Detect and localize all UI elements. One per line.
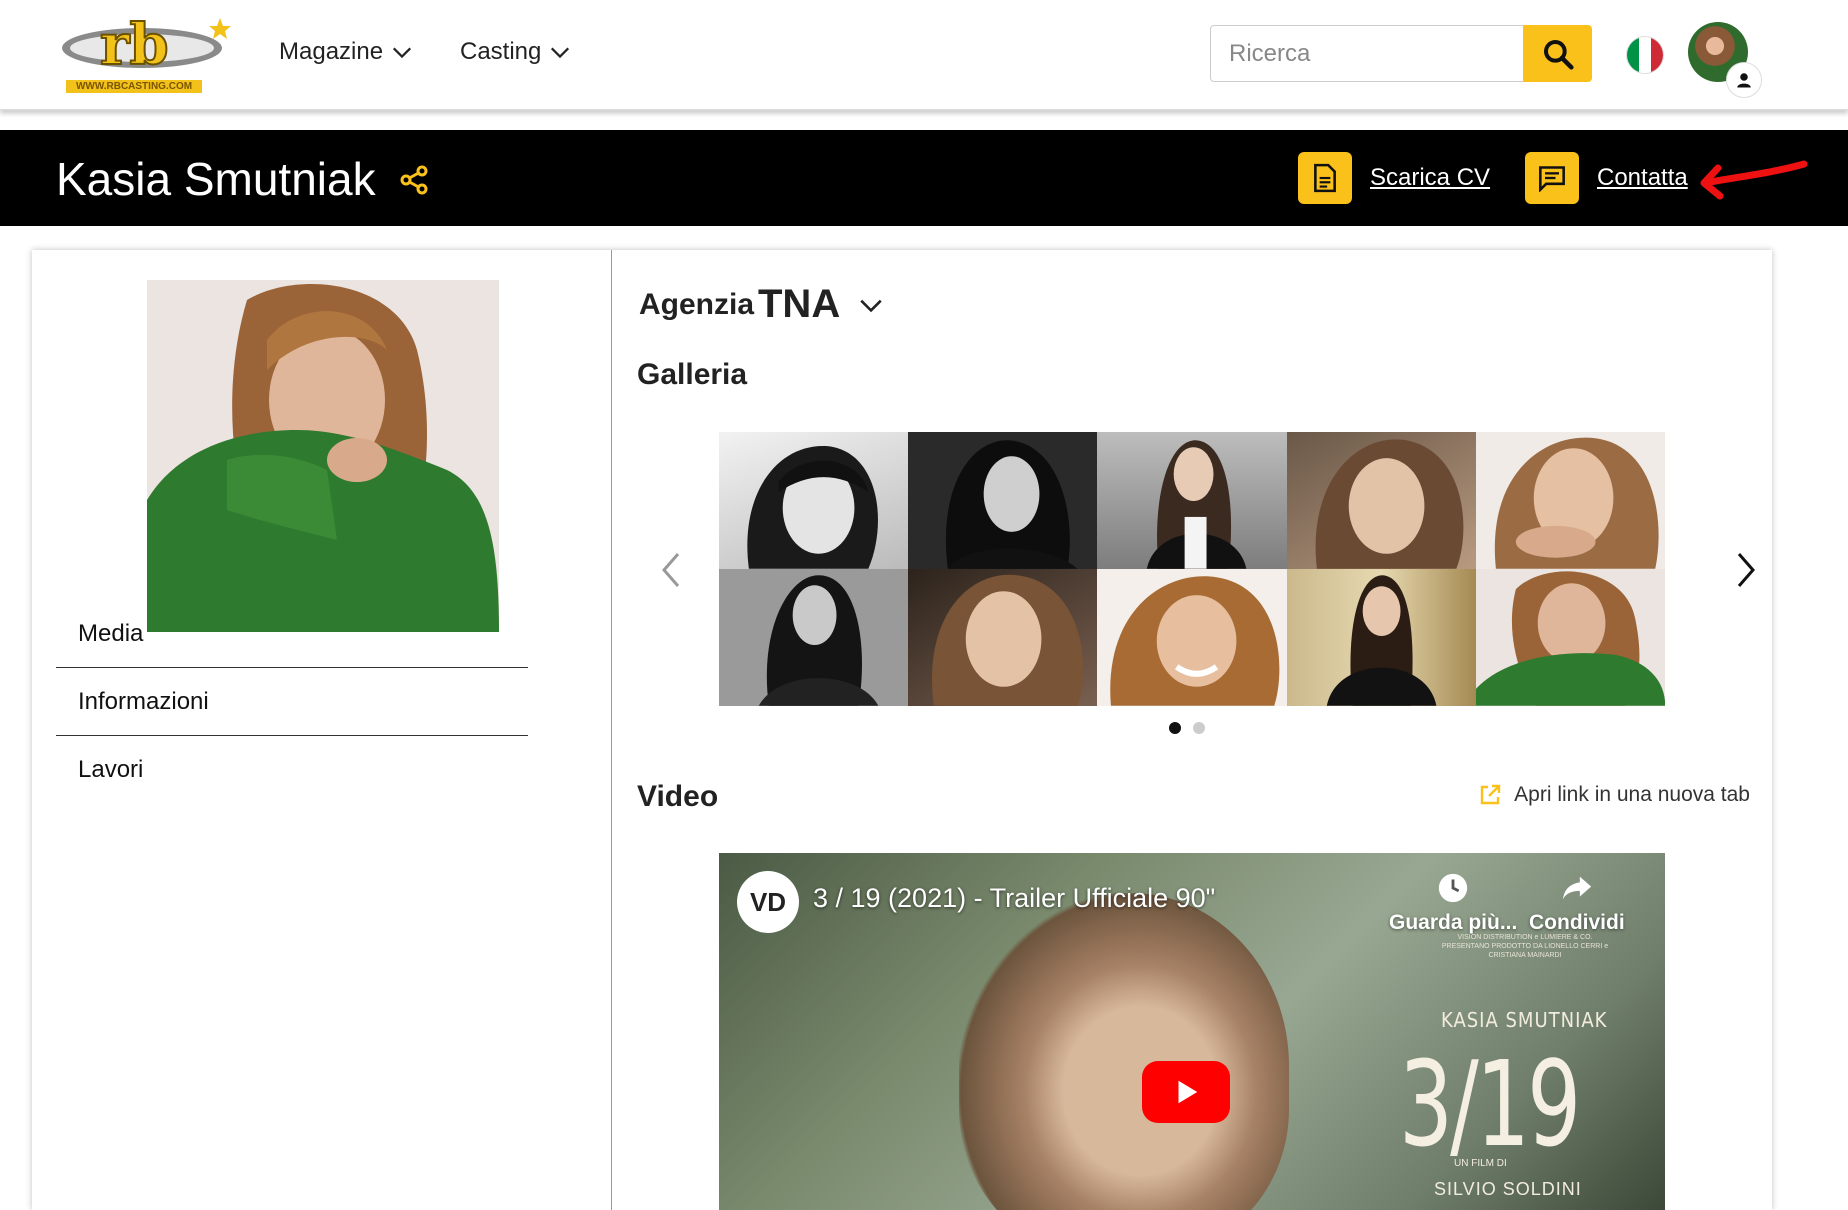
gallery-thumbnail[interactable] — [908, 432, 1098, 569]
share-video-button[interactable]: Condividi — [1529, 871, 1625, 935]
sidebar-item-lavori[interactable]: Lavori — [56, 736, 528, 804]
search-input[interactable]: Ricerca — [1210, 25, 1524, 82]
gallery-thumbnail[interactable] — [719, 569, 909, 706]
gallery-thumbnail[interactable] — [908, 569, 1098, 706]
document-icon — [1298, 152, 1352, 204]
logo-url-text: WWW.RBCASTING.COM — [66, 80, 202, 93]
gallery-thumbnail[interactable] — [1286, 569, 1476, 706]
profile-name: Kasia Smutniak — [56, 153, 376, 205]
share-arrow-icon — [1562, 876, 1591, 900]
agency-dropdown[interactable]: TNA — [758, 282, 884, 327]
chevron-down-icon — [393, 47, 412, 59]
search-button[interactable] — [1523, 25, 1592, 82]
nav-magazine-label: Magazine — [279, 38, 384, 65]
poster-credit: UN FILM DI — [1454, 1158, 1507, 1169]
contact-label: Contatta — [1597, 164, 1688, 191]
open-new-tab-label: Apri link in una nuova tab — [1514, 783, 1750, 806]
chevron-left-icon[interactable] — [656, 550, 686, 590]
nav-casting[interactable]: Casting — [460, 38, 571, 66]
sidebar-item-label: Lavori — [78, 756, 144, 783]
share-icon[interactable] — [398, 164, 430, 196]
svg-text:rb: rb — [100, 14, 169, 78]
poster-film-title: 3/19 — [1399, 1035, 1581, 1173]
gallery-grid — [719, 432, 1665, 706]
poster-director: SILVIO SOLDINI — [1434, 1179, 1582, 1199]
nav-casting-label: Casting — [460, 38, 542, 65]
download-cv-label: Scarica CV — [1370, 164, 1491, 191]
channel-logo[interactable]: VD — [737, 871, 799, 933]
search-icon — [1543, 39, 1574, 70]
sidebar-item-label: Informazioni — [78, 688, 209, 715]
gallery-thumbnail[interactable] — [1097, 569, 1287, 706]
play-icon — [1178, 1080, 1198, 1104]
video-title: Video — [637, 780, 719, 813]
agency-label: Agenzia — [639, 288, 755, 321]
gallery-thumbnail[interactable] — [1286, 432, 1476, 569]
gallery-thumbnail[interactable] — [1097, 432, 1287, 569]
contact-button[interactable]: Contatta — [1525, 152, 1688, 204]
clock-icon — [1439, 873, 1468, 903]
pagination-dot[interactable] — [1193, 722, 1205, 734]
open-new-tab-link[interactable]: Apri link in una nuova tab — [1478, 783, 1750, 807]
chevron-down-icon — [860, 299, 882, 312]
chevron-right-icon[interactable] — [1731, 550, 1761, 590]
gallery-thumbnail[interactable] — [719, 432, 909, 569]
poster-actor-name: KASIA SMUTNIAK — [1441, 1008, 1608, 1032]
nav-magazine[interactable]: Magazine — [279, 38, 413, 66]
gallery-thumbnail[interactable] — [1475, 569, 1665, 706]
download-cv-button[interactable]: Scarica CV — [1298, 152, 1490, 204]
agency-value: TNA — [758, 282, 841, 326]
watch-later-label: Guarda più... — [1389, 911, 1518, 934]
video-player-title[interactable]: 3 / 19 (2021) - Trailer Ufficiale 90" — [813, 883, 1215, 914]
sidebar-item-media[interactable]: Media — [56, 600, 528, 668]
gallery-title: Galleria — [637, 358, 748, 391]
profile-photo[interactable] — [147, 280, 499, 632]
sidebar-item-label: Media — [78, 620, 144, 647]
play-button[interactable] — [1142, 1061, 1230, 1123]
red-arrow-annotation-icon — [1700, 160, 1808, 200]
profile-header-bar: Kasia Smutniak Scarica CV Contatta — [0, 130, 1848, 226]
chat-icon — [1525, 152, 1579, 204]
share-video-label: Condividi — [1529, 911, 1625, 934]
watch-later-button[interactable]: Guarda più... — [1389, 871, 1517, 935]
profile-sidebar: Media Informazioni Lavori — [32, 250, 612, 1210]
chevron-down-icon — [551, 47, 570, 59]
user-account-icon[interactable] — [1726, 62, 1762, 98]
youtube-video-player[interactable]: VD 3 / 19 (2021) - Trailer Ufficiale 90"… — [719, 853, 1665, 1210]
language-flag-italy-icon[interactable] — [1626, 36, 1664, 74]
top-navbar: rb WWW.RBCASTING.COM Magazine Casting Ri… — [0, 0, 1848, 110]
gallery-thumbnail[interactable] — [1475, 432, 1665, 569]
rbcasting-logo[interactable]: rb WWW.RBCASTING.COM — [60, 11, 240, 94]
gallery-pagination — [1169, 722, 1205, 734]
profile-card: Media Informazioni Lavori Agenzia TNA Ga… — [32, 250, 1772, 1210]
pagination-dot[interactable] — [1169, 722, 1181, 734]
poster-production-credits: VISION DISTRIBUTION e LUMIERE & CO. PRES… — [1441, 934, 1609, 959]
profile-main: Agenzia TNA Galleria Video Apri link in … — [613, 250, 1772, 1210]
sidebar-item-informazioni[interactable]: Informazioni — [56, 668, 528, 736]
video-still — [959, 893, 1289, 1210]
external-link-icon — [1480, 784, 1501, 805]
